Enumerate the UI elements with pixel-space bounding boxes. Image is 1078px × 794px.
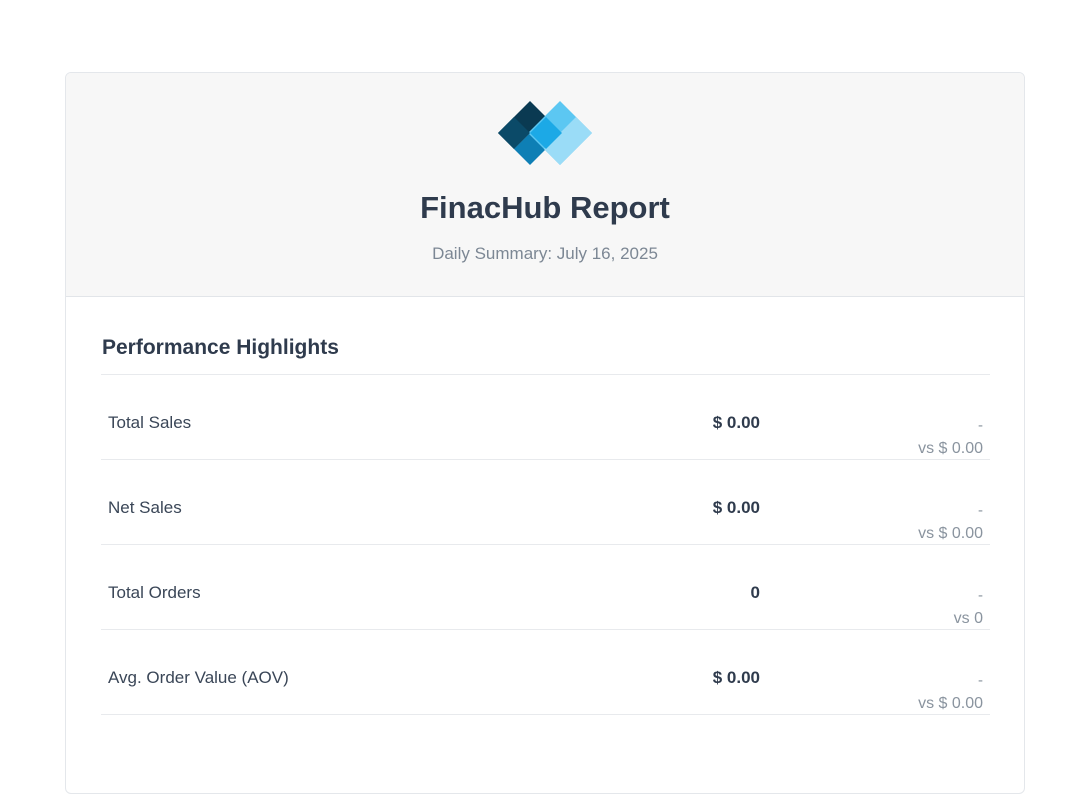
metric-value: $ 0.00 [712,413,760,432]
metric-row-total-sales: Total Sales $ 0.00 - vs $ 0.00 [101,375,990,460]
metric-compare: vs $ 0.00 [918,440,983,457]
metrics-table: Total Sales $ 0.00 - vs $ 0.00 Net Sales… [101,375,990,715]
report-subtitle: Daily Summary: July 16, 2025 [432,244,658,263]
metric-row-total-orders: Total Orders 0 - vs 0 [101,545,990,630]
metric-value: $ 0.00 [712,498,760,517]
metric-row-aov: Avg. Order Value (AOV) $ 0.00 - vs $ 0.0… [101,630,990,715]
metric-compare: vs $ 0.00 [918,525,983,542]
metric-compare: vs $ 0.00 [918,695,983,712]
metric-change: - [978,587,983,604]
metric-label: Avg. Order Value (AOV) [108,668,289,687]
metric-label: Total Sales [108,413,192,432]
section-title: Performance Highlights [102,336,339,359]
metric-value: 0 [750,583,760,602]
metric-row-net-sales: Net Sales $ 0.00 - vs $ 0.00 [101,460,990,545]
diamond-logo-icon [498,101,592,165]
metric-label: Net Sales [108,498,182,517]
report-title: FinacHub Report [420,190,670,225]
metric-change: - [978,672,983,689]
metric-change: - [978,502,983,519]
report-card: FinacHub Report Daily Summary: July 16, … [65,72,1025,794]
metric-change: - [978,417,983,434]
report-header: FinacHub Report Daily Summary: July 16, … [66,73,1024,297]
metric-compare: vs 0 [953,610,983,627]
metric-value: $ 0.00 [712,668,760,687]
metric-label: Total Orders [108,583,201,602]
